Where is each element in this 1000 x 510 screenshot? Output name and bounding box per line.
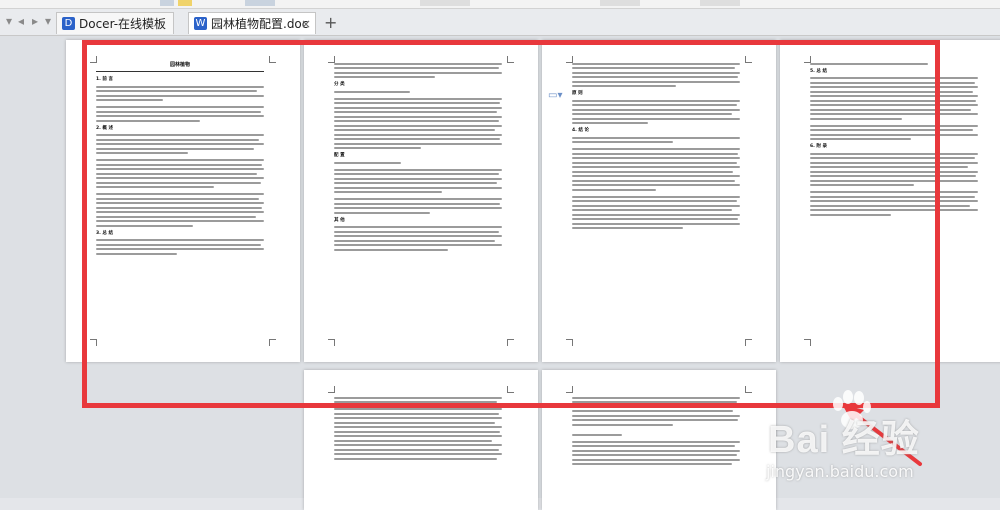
page-corner-mark: [745, 339, 752, 346]
watermark-title: Bai 经验: [768, 419, 920, 461]
page-corner-mark: [507, 339, 514, 346]
close-icon[interactable]: ×: [301, 13, 311, 35]
ribbon-button[interactable]: [160, 0, 174, 6]
section-heading: 4. 结 论: [572, 128, 589, 133]
section-heading: 5. 总 结: [810, 68, 827, 74]
document-page-3[interactable]: 原 则 4. 结 论: [542, 40, 776, 362]
page-corner-mark: [328, 386, 335, 393]
document-tab-bar: ▾ ◂ ▸ ▾ D Docer-在线模板 W 园林植物配置.doc * × +: [0, 9, 1000, 53]
page-corner-mark: [90, 339, 97, 346]
watermark-url: jingyan.baidu.com: [766, 462, 914, 481]
document-page-4[interactable]: 5. 总 结 6. 附 录: [780, 40, 1000, 362]
section-heading: 3. 总 结: [96, 230, 113, 236]
ribbon-toolbar-strip: [0, 0, 1000, 9]
back-arrow-icon[interactable]: ◂: [18, 14, 24, 28]
docer-icon: D: [62, 17, 75, 30]
tab-document-active[interactable]: W 园林植物配置.doc * ×: [188, 12, 316, 53]
page-corner-mark: [269, 56, 276, 63]
section-heading: 1. 前 言: [96, 77, 113, 82]
menu-down-icon[interactable]: ▾: [6, 14, 12, 28]
ribbon-button[interactable]: [178, 0, 192, 6]
page-corner-mark: [269, 339, 276, 346]
section-heading: 配 置: [334, 153, 345, 158]
forward-arrow-icon[interactable]: ▸: [32, 14, 38, 28]
page-corner-mark: [507, 386, 514, 393]
page-corner-mark: [566, 339, 573, 346]
page-corner-mark: [507, 56, 514, 63]
document-page-6[interactable]: [542, 370, 776, 510]
document-page-5[interactable]: [304, 370, 538, 510]
section-heading: 6. 附 录: [810, 144, 827, 149]
new-tab-icon[interactable]: +: [324, 13, 337, 32]
ribbon-button[interactable]: [700, 0, 740, 6]
ribbon-button[interactable]: [420, 0, 470, 6]
ribbon-button[interactable]: [245, 0, 275, 6]
section-heading: 其 他: [334, 217, 345, 223]
page-note-icon[interactable]: ▭▾: [548, 90, 562, 101]
dropdown-icon[interactable]: ▾: [45, 14, 51, 28]
baidu-jingyan-watermark: Bai 经验 jingyan.baidu.com: [762, 390, 992, 496]
document-page-1[interactable]: 园林植物 1. 前 言 2. 概 述 3. 总 结: [66, 40, 300, 362]
ribbon-button[interactable]: [600, 0, 640, 6]
section-heading: 2. 概 述: [96, 125, 113, 131]
section-heading: 原 则: [572, 91, 583, 96]
section-heading: 分 类: [334, 82, 345, 87]
tab-docer-templates[interactable]: D Docer-在线模板: [56, 12, 174, 34]
page-corner-mark: [804, 339, 811, 346]
page-title: 园林植物: [169, 62, 190, 68]
page-corner-mark: [745, 56, 752, 63]
divider: [96, 71, 264, 72]
page-corner-mark: [328, 339, 335, 346]
tab-label: Docer-在线模板: [79, 17, 167, 31]
document-page-2[interactable]: 分 类 配 置 其 他: [304, 40, 538, 362]
page-corner-mark: [566, 386, 573, 393]
page-corner-mark: [745, 386, 752, 393]
wps-writer-icon: W: [194, 17, 207, 30]
